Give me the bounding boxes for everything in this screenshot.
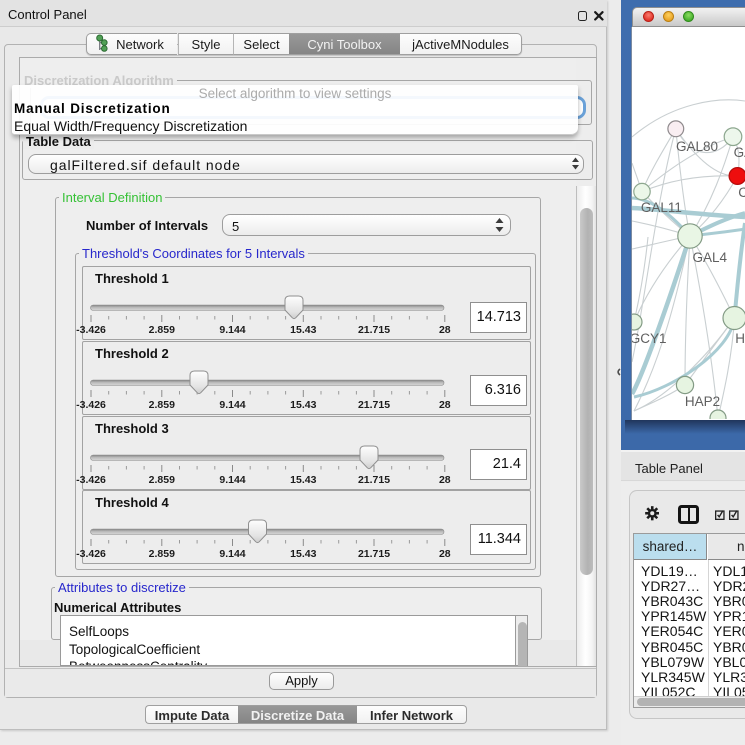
svg-text:GAL11: GAL11 [641,200,682,215]
svg-text:15.43: 15.43 [290,548,316,560]
svg-text:28: 28 [439,324,451,336]
svg-text:21.715: 21.715 [358,399,390,411]
svg-text:-3.426: -3.426 [76,324,106,336]
svg-text:28: 28 [439,548,451,560]
svg-text:2.859: 2.859 [149,399,175,411]
svg-text:21.715: 21.715 [358,548,390,560]
svg-text:9.144: 9.144 [219,474,245,486]
svg-text:15.43: 15.43 [290,399,316,411]
svg-text:28: 28 [439,399,451,411]
svg-text:-3.426: -3.426 [76,548,106,560]
svg-text:GAL80: GAL80 [676,139,718,154]
svg-text:21.715: 21.715 [358,474,390,486]
svg-text:HAP2: HAP2 [685,394,720,409]
svg-text:-3.426: -3.426 [76,399,106,411]
svg-text:2.859: 2.859 [149,324,175,336]
svg-text:2.859: 2.859 [149,548,175,560]
svg-text:GCY1: GCY1 [632,331,666,346]
svg-text:H: H [735,331,745,346]
svg-text:GA: GA [734,145,745,160]
svg-text:-3.426: -3.426 [76,474,106,486]
svg-text:2.859: 2.859 [149,474,175,486]
svg-text:15.43: 15.43 [290,324,316,336]
svg-text:21.715: 21.715 [358,324,390,336]
svg-text:C: C [738,185,745,200]
svg-text:9.144: 9.144 [219,324,245,336]
svg-text:15.43: 15.43 [290,474,316,486]
svg-text:28: 28 [439,474,451,486]
svg-text:GAL4: GAL4 [693,250,728,265]
svg-text:9.144: 9.144 [219,399,245,411]
svg-text:9.144: 9.144 [219,548,245,560]
